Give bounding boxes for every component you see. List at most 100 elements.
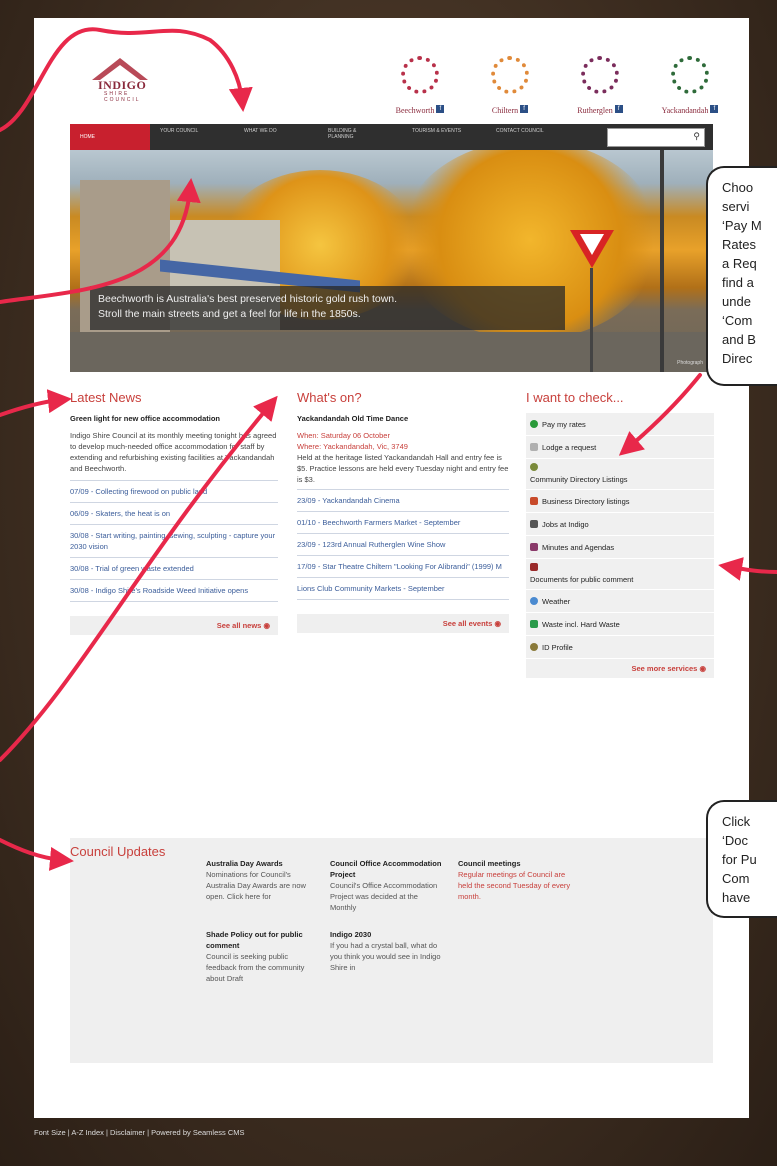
waste-bin-icon (530, 620, 538, 628)
callout-box-documents: Click ‘Doc for Pu Com have (706, 800, 777, 918)
event-when: When: Saturday 06 October (297, 431, 390, 440)
event-link[interactable]: 23/09 - 123rd Annual Rutherglen Wine Sho… (297, 534, 509, 556)
community-directory-link[interactable]: Community Directory Listings (526, 459, 714, 490)
callout-line: for Pu (722, 852, 757, 867)
facebook-icon[interactable]: f (710, 104, 719, 113)
council-updates-grid: Australia Day Awards Nominations for Cou… (206, 858, 578, 984)
event-headline[interactable]: Yackandandah Old Time Dance (297, 413, 509, 424)
hero-lamp (660, 150, 664, 372)
whats-on-column: What's on? Yackandandah Old Time Dance W… (297, 390, 509, 633)
footer-links[interactable]: Font Size | A-Z Index | Disclaimer | Pow… (34, 1128, 245, 1137)
search-icon[interactable]: ⚲ (693, 131, 700, 142)
event-body: Held at the heritage listed Yackandandah… (297, 453, 509, 484)
news-link[interactable]: 06/09 - Skaters, the heat is on (70, 503, 278, 525)
rutherglen-swirl-icon (581, 56, 619, 94)
nav-building-planning[interactable]: BUILDING & PLANNING (318, 124, 402, 150)
update-item[interactable]: Council meetings Regular meetings of Cou… (458, 858, 578, 913)
nav-contact-council[interactable]: CONTACT COUNCIL (486, 124, 570, 150)
callout-line: have (722, 890, 751, 905)
jobs-link[interactable]: Jobs at Indigo (526, 513, 714, 536)
update-body: Council's Office Accommodation Project w… (330, 881, 438, 912)
documents-public-comment-link[interactable]: Documents for public comment (526, 559, 714, 590)
search-input[interactable]: ⚲ (607, 128, 705, 147)
callout-box-services: Choo servi ‘Pay M Rates a Req find a und… (706, 166, 777, 386)
nav-what-we-do[interactable]: WHAT WE DO (234, 124, 318, 150)
see-more-services-button[interactable]: See more services ◉ (526, 659, 714, 678)
update-item[interactable]: Council Office Accommodation Project Cou… (330, 858, 446, 913)
id-profile-link[interactable]: ID Profile (526, 636, 714, 659)
waste-link[interactable]: Waste incl. Hard Waste (526, 613, 714, 636)
event-link[interactable]: 23/09 - Yackandandah Cinema (297, 490, 509, 512)
news-link[interactable]: 30/08 - Trial of green waste extended (70, 558, 278, 580)
pay-rates-icon (530, 420, 538, 428)
business-directory-link[interactable]: Business Directory listings (526, 490, 714, 513)
latest-news-column: Latest News Green light for new office a… (70, 390, 278, 635)
hero-caption: Beechworth is Australia's best preserved… (90, 286, 565, 330)
update-body: Council is seeking public feedback from … (206, 952, 305, 983)
news-link[interactable]: 30/08 - Indigo Shire's Roadside Weed Ini… (70, 580, 278, 602)
news-link[interactable]: 07/09 - Collecting firewood on public la… (70, 481, 278, 503)
event-link[interactable]: 17/09 - Star Theatre Chiltern "Looking F… (297, 556, 509, 578)
weather-icon (530, 597, 538, 605)
weather-link[interactable]: Weather (526, 590, 714, 613)
minutes-agendas-link[interactable]: Minutes and Agendas (526, 536, 714, 559)
pay-rates-link[interactable]: Pay my rates (526, 413, 714, 436)
whats-on-title: What's on? (297, 390, 362, 405)
town-name: Chiltern (491, 106, 519, 115)
callout-line: servi (722, 199, 750, 214)
beechworth-swirl-icon (401, 56, 439, 94)
town-beechworth[interactable]: Beechworth f (385, 56, 455, 118)
hero-banner: Beechworth is Australia's best preserved… (70, 150, 713, 372)
town-name: Rutherglen (577, 106, 613, 115)
event-link[interactable]: 01/10 - Beechworth Farmers Market - Sept… (297, 512, 509, 534)
facebook-icon[interactable]: f (436, 104, 445, 113)
update-heading: Council meetings (458, 859, 521, 868)
nav-home[interactable]: HOME (70, 124, 150, 150)
indigo-logo[interactable]: INDIGO SHIRE COUNCIL (86, 56, 156, 106)
callout-line: Click (722, 814, 751, 829)
lodge-request-link[interactable]: Lodge a request (526, 436, 714, 459)
update-heading: Council Office Accommodation Project (330, 859, 442, 879)
check-title: I want to check... (526, 390, 624, 405)
hero-caption-line: Beechworth is Australia's best preserved… (98, 293, 398, 305)
community-directory-icon (530, 463, 538, 471)
news-body: Indigo Shire Council at its monthly meet… (70, 431, 277, 473)
update-item[interactable]: Indigo 2030 If you had a crystal ball, w… (330, 929, 446, 984)
photo-credit: Photograph (677, 360, 703, 366)
callout-line: ‘Com (722, 313, 753, 328)
latest-news-title: Latest News (70, 390, 142, 405)
news-headline[interactable]: Green light for new office accommodation (70, 413, 278, 424)
town-rutherglen[interactable]: Rutherglen f (565, 56, 635, 118)
callout-line: Com (722, 871, 750, 886)
update-item[interactable]: Shade Policy out for public comment Coun… (206, 929, 318, 984)
callout-line: unde (722, 294, 751, 309)
update-body: If you had a crystal ball, what do you t… (330, 941, 441, 972)
lodge-request-icon (530, 443, 538, 451)
see-all-news-button[interactable]: See all news ◉ (70, 616, 278, 635)
callout-line: Rates (722, 237, 756, 252)
callout-line: Choo (722, 180, 754, 195)
town-links: Beechworth f Chiltern f Rutherglen f Yackan… (385, 56, 725, 118)
town-yackandandah[interactable]: Yackandandah f (655, 56, 725, 118)
hero-road (70, 332, 713, 372)
nav-tourism-events[interactable]: TOURISM & EVENTS (402, 124, 486, 150)
logo-subtitle: SHIRE COUNCIL (104, 91, 141, 103)
i-want-to-check-column: I want to check... Pay my rates Lodge a … (526, 390, 714, 678)
business-directory-icon (530, 497, 538, 505)
jobs-icon (530, 520, 538, 528)
nav-your-council[interactable]: YOUR COUNCIL (150, 124, 234, 150)
update-item[interactable]: Australia Day Awards Nominations for Cou… (206, 858, 318, 913)
update-heading: Indigo 2030 (330, 930, 372, 939)
callout-line: ‘Doc (722, 833, 749, 848)
facebook-icon[interactable]: f (520, 104, 529, 113)
see-all-events-button[interactable]: See all events ◉ (297, 614, 509, 633)
hero-caption-line: Stroll the main streets and get a feel f… (98, 308, 361, 320)
callout-line: ‘Pay M (722, 218, 762, 233)
chiltern-swirl-icon (491, 56, 529, 94)
event-link[interactable]: Lions Club Community Markets - September (297, 578, 509, 600)
news-link[interactable]: 30/08 - Start writing, painting, sewing,… (70, 525, 278, 558)
facebook-icon[interactable]: f (614, 104, 623, 113)
main-nav: HOME YOUR COUNCIL WHAT WE DO BUILDING & … (70, 124, 713, 150)
town-chiltern[interactable]: Chiltern f (475, 56, 545, 118)
update-body: Regular meetings of Council are held the… (458, 870, 571, 901)
